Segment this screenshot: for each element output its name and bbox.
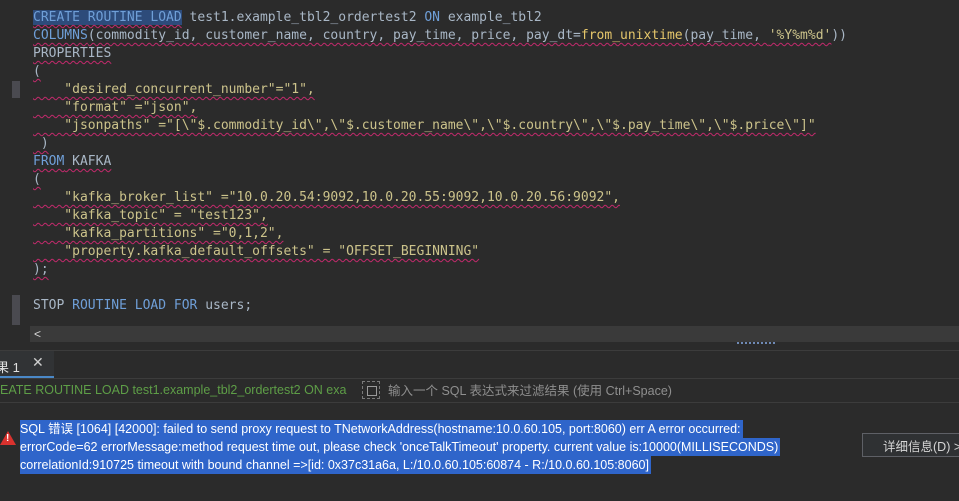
- code-token: FROM: [33, 154, 65, 169]
- code-token: (: [33, 64, 41, 79]
- code-token: PROPERTIES: [33, 46, 112, 61]
- code-token: "kafka_topic" = "test123",: [33, 208, 268, 223]
- code-token: users;: [197, 298, 253, 313]
- code-token: (: [33, 172, 41, 187]
- result-query-text: REATE ROUTINE LOAD test1.example_tbl2_or…: [0, 383, 347, 397]
- code-token: from_unixtime: [580, 28, 683, 43]
- code-line: STOP ROUTINE LOAD FOR users;: [33, 297, 252, 315]
- code-token: );: [33, 262, 49, 277]
- filter-icon[interactable]: [362, 381, 380, 399]
- code-line: "kafka_partitions" ="0,1,2",: [33, 225, 283, 243]
- code-line: "jsonpaths" ="[\"$.commodity_id\",\"$.cu…: [33, 117, 816, 135]
- code-token: KAFKA: [64, 154, 112, 169]
- filter-bar: REATE ROUTINE LOAD test1.example_tbl2_or…: [0, 379, 959, 403]
- code-token: "desired_concurrent_number"="1",: [33, 82, 315, 97]
- code-token: "jsonpaths" ="[\"$.commodity_id\",\"$.cu…: [33, 118, 816, 133]
- details-button[interactable]: 详细信息(D) >: [862, 433, 959, 457]
- horizontal-scrollbar[interactable]: <: [30, 326, 959, 342]
- error-message-line[interactable]: correlationId:910725 timeout with bound …: [20, 456, 651, 474]
- code-token: "format" ="json",: [33, 100, 198, 115]
- tab-label: 果 1: [0, 360, 20, 375]
- code-line: FROM KAFKA: [33, 153, 111, 171]
- error-panel: SQL 错误 [1064] [42000]: failed to send pr…: [0, 403, 959, 501]
- code-token: COLUMNS: [33, 28, 88, 43]
- code-token: ON: [424, 10, 441, 25]
- error-message-line[interactable]: errorCode=62 errorMessage:method request…: [20, 438, 781, 456]
- code-token: "property.kafka_default_offsets" = "OFFS…: [33, 244, 480, 259]
- sql-editor[interactable]: CREATE ROUTINE LOAD test1.example_tbl2_o…: [0, 0, 959, 326]
- error-icon: [0, 431, 16, 445]
- change-marker: [12, 295, 20, 325]
- code-token: (commodity_id, customer_name, country, p…: [87, 28, 581, 43]
- code-line: "desired_concurrent_number"="1",: [33, 81, 315, 99]
- code-line: ): [33, 135, 49, 153]
- code-line: "kafka_topic" = "test123",: [33, 207, 268, 225]
- error-message-line[interactable]: SQL 错误 [1064] [42000]: failed to send pr…: [20, 420, 743, 438]
- code-token: example_tbl2: [440, 10, 542, 25]
- tab-results-1[interactable]: 果 1 ✕: [0, 351, 54, 378]
- code-line: PROPERTIES: [33, 45, 111, 63]
- results-tab-bar: 果 1 ✕: [0, 351, 959, 379]
- code-line: "format" ="json",: [33, 99, 197, 117]
- code-token: )): [831, 28, 848, 43]
- code-token: CREATE ROUTINE LOAD: [33, 10, 182, 25]
- close-icon[interactable]: ✕: [32, 354, 44, 371]
- code-line: CREATE ROUTINE LOAD test1.example_tbl2_o…: [33, 9, 542, 27]
- filter-input[interactable]: [388, 382, 948, 400]
- code-token: (pay_time,: [682, 28, 769, 43]
- code-token: '%Y%m%d': [768, 28, 832, 43]
- code-line: );: [33, 261, 49, 279]
- code-token: "kafka_partitions" ="0,1,2",: [33, 226, 284, 241]
- code-token: ROUTINE LOAD FOR: [72, 298, 198, 313]
- code-line: COLUMNS(commodity_id, customer_name, cou…: [33, 27, 847, 45]
- code-token: ): [33, 136, 49, 151]
- scroll-left-icon[interactable]: <: [34, 326, 41, 342]
- code-token: "kafka_broker_list" ="10.0.20.54:9092,10…: [33, 190, 620, 205]
- code-token: STOP: [33, 298, 73, 313]
- code-token: test1.example_tbl2_ordertest2: [181, 10, 425, 25]
- code-line: "property.kafka_default_offsets" = "OFFS…: [33, 243, 479, 261]
- code-line: (: [33, 171, 41, 189]
- code-line: (: [33, 63, 41, 81]
- code-line: "kafka_broker_list" ="10.0.20.54:9092,10…: [33, 189, 620, 207]
- change-marker: [12, 81, 20, 98]
